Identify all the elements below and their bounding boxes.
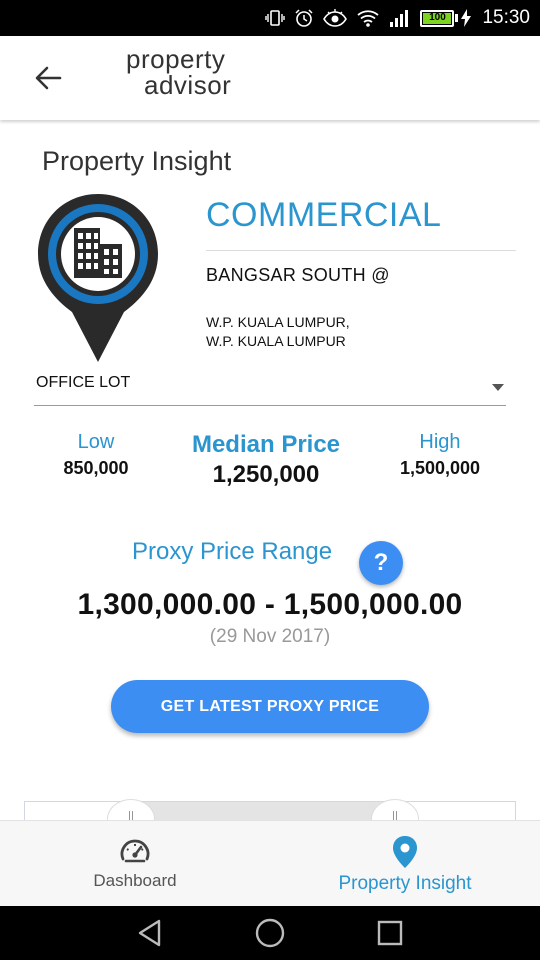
arrow-left-icon xyxy=(35,66,62,90)
signal-icon xyxy=(389,8,411,28)
get-latest-proxy-price-button[interactable]: GET LATEST PROXY PRICE xyxy=(111,680,429,733)
nav-label-property-insight: Property Insight xyxy=(338,873,472,894)
nav-label-dashboard: Dashboard xyxy=(93,871,177,890)
battery-icon: 100 xyxy=(420,9,459,27)
location-pin-icon xyxy=(393,836,417,868)
property-name: BANGSAR SOUTH @ xyxy=(206,265,390,285)
median-label: Median Price xyxy=(191,431,341,458)
speedometer-icon xyxy=(120,839,150,863)
circle-home-icon xyxy=(255,918,285,948)
slider-track xyxy=(125,802,395,820)
property-address: W.P. KUALA LUMPUR, W.P. KUALA LUMPUR xyxy=(206,313,350,351)
app-logo: property advisor xyxy=(126,46,256,106)
dropdown-arrow-icon xyxy=(492,384,504,391)
system-navigation-bar xyxy=(0,906,540,960)
logo-line1: property xyxy=(126,44,226,74)
high-price: High 1,500,000 xyxy=(380,431,500,479)
high-label: High xyxy=(419,431,461,453)
property-type-select[interactable]: OFFICE LOT xyxy=(34,370,506,406)
status-time: 15:30 xyxy=(482,7,530,28)
system-back-button[interactable] xyxy=(130,913,170,953)
median-price: Median Price 1,250,000 xyxy=(166,431,366,489)
app-bar: property advisor xyxy=(0,36,540,120)
page-title: Property Insight xyxy=(42,146,232,176)
back-button[interactable] xyxy=(26,60,70,96)
price-range-slider: || || xyxy=(24,799,516,820)
eye-icon xyxy=(323,8,348,28)
property-category: COMMERCIAL xyxy=(206,196,442,234)
logo-line2: advisor xyxy=(144,70,232,100)
proxy-price-range-value: 1,300,000.00 - 1,500,000.00 xyxy=(77,588,463,621)
low-value: 850,000 xyxy=(63,458,129,478)
system-recents-button[interactable] xyxy=(370,913,410,953)
property-type-value: OFFICE LOT xyxy=(36,374,131,391)
vibrate-icon xyxy=(265,8,286,28)
proxy-price-date: (29 Nov 2017) xyxy=(209,626,331,647)
category-divider xyxy=(206,250,516,251)
address-line2: W.P. KUALA LUMPUR xyxy=(206,333,346,349)
building-location-pin-icon xyxy=(38,194,158,362)
bottom-navigation: Dashboard Property Insight xyxy=(0,820,540,906)
nav-item-dashboard[interactable]: Dashboard xyxy=(0,821,270,907)
square-recents-icon xyxy=(377,920,403,946)
system-home-button[interactable] xyxy=(250,913,290,953)
proxy-price-range-title: Proxy Price Range xyxy=(132,538,333,565)
address-line1: W.P. KUALA LUMPUR, xyxy=(206,314,350,330)
median-value: 1,250,000 xyxy=(212,461,320,488)
alarm-icon xyxy=(294,8,314,28)
charging-icon xyxy=(461,9,472,27)
nav-item-property-insight[interactable]: Property Insight xyxy=(270,821,540,907)
high-value: 1,500,000 xyxy=(399,458,481,478)
status-bar: 100 15:30 xyxy=(0,0,540,36)
battery-level: 100 xyxy=(423,12,452,24)
low-price: Low 850,000 xyxy=(36,431,156,479)
triangle-back-icon xyxy=(138,919,161,947)
help-button[interactable]: ? xyxy=(359,541,403,585)
wifi-icon xyxy=(356,8,380,28)
low-label: Low xyxy=(77,431,115,453)
main-content: Property Insight COMMERCIAL BANGSAR SOUT… xyxy=(0,120,540,820)
